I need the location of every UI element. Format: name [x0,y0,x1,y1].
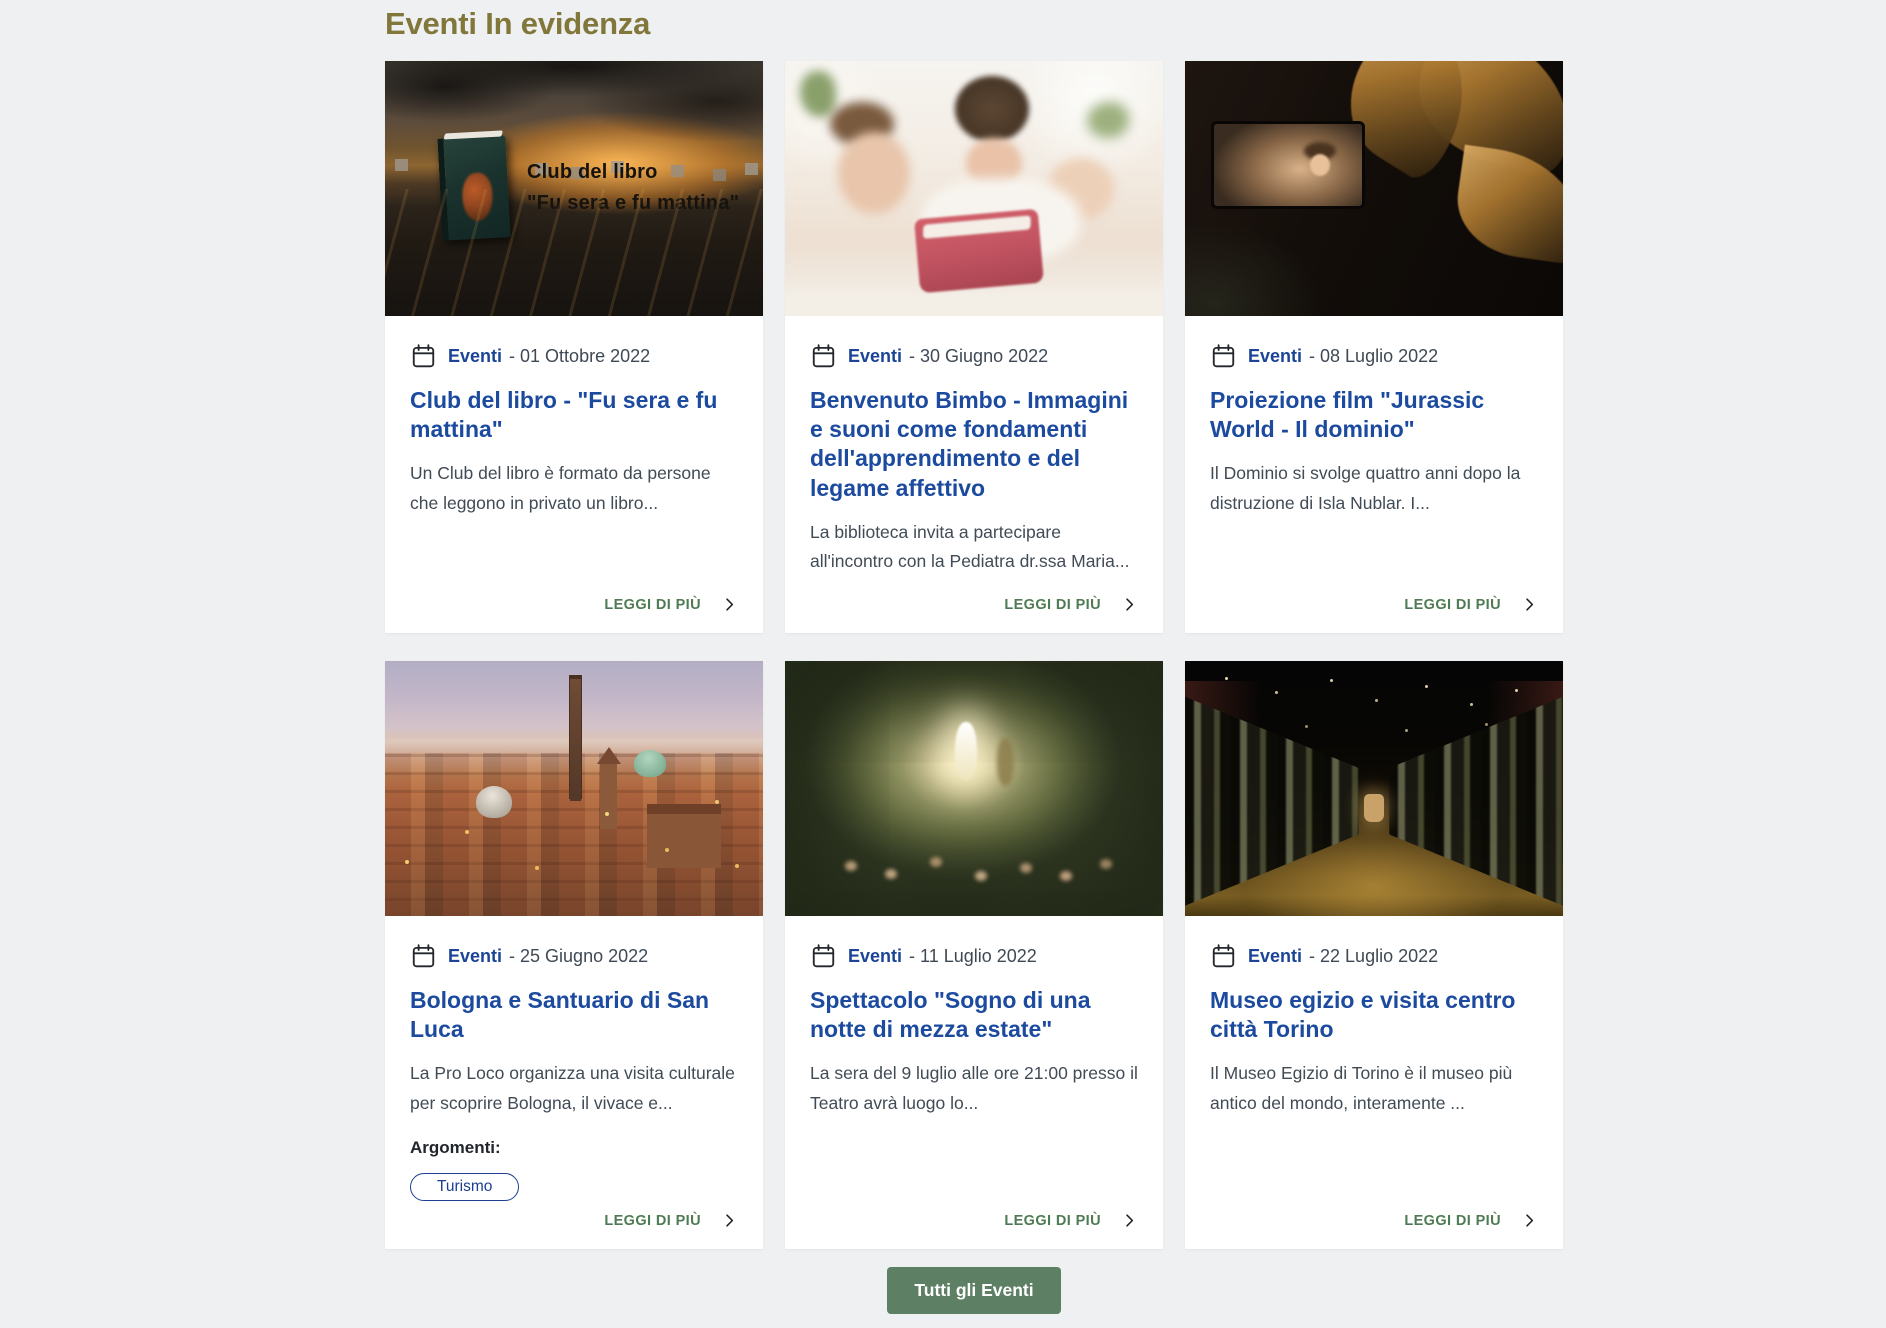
calendar-icon [410,943,437,969]
category-label[interactable]: Eventi [848,346,902,367]
calendar-icon [410,343,437,369]
ships-silhouette [395,159,408,171]
event-title-link[interactable]: Spettacolo "Sogno di una notte di mezza … [810,986,1138,1044]
calendar-icon [1210,343,1237,369]
event-excerpt: La Pro Loco organizza una visita cultura… [410,1059,738,1118]
topic-chip-turismo[interactable]: Turismo [410,1173,519,1201]
event-excerpt: La sera del 9 luglio alle ore 21:00 pres… [810,1059,1138,1118]
chevron-right-icon [1521,596,1538,613]
painting-figures-graphic [845,861,857,871]
reading-book-graphic [914,209,1044,294]
asinelli-tower-graphic [570,679,581,801]
calendar-icon [810,943,837,969]
chevron-right-icon [1521,1212,1538,1229]
all-events-button[interactable]: Tutti gli Eventi [887,1267,1060,1314]
event-date: - 25 Giugno 2022 [509,946,648,967]
event-title-link[interactable]: Benvenuto Bimbo - Immagini e suoni come … [810,386,1138,503]
event-card: Eventi - 22 Luglio 2022 Museo egizio e v… [1185,661,1563,1249]
read-more-link[interactable]: LEGGI DI PIÙ [1004,597,1101,613]
section-title: Eventi In evidenza [385,6,1563,42]
plant-graphic [1087,102,1129,138]
category-label[interactable]: Eventi [848,946,902,967]
green-dome-graphic [634,750,666,777]
events-grid: Club del libro "Fu sera e fu mattina" Ev… [385,61,1563,1249]
event-excerpt: Un Club del libro è formato da persone c… [410,459,738,518]
event-image-jurassic-world[interactable] [1185,61,1563,316]
category-label[interactable]: Eventi [448,346,502,367]
event-image-bologna[interactable] [385,661,763,916]
read-more-row[interactable]: LEGGI DI PIÙ [410,586,738,613]
ceiling-lights-graphic [1225,677,1228,680]
dinosaur-claw-graphic [1403,61,1563,181]
chevron-right-icon [721,596,738,613]
read-more-row[interactable]: LEGGI DI PIÙ [810,1202,1138,1229]
read-more-link[interactable]: LEGGI DI PIÙ [1404,1213,1501,1229]
event-meta: Eventi - 11 Luglio 2022 [810,943,1138,969]
bell-tower-graphic [600,763,617,829]
center-statue-graphic [1364,794,1384,822]
read-more-row[interactable]: LEGGI DI PIÙ [410,1202,738,1229]
event-date: - 08 Luglio 2022 [1309,346,1438,367]
figure-graphic [955,76,1029,142]
event-card: Eventi - 25 Giugno 2022 Bologna e Santua… [385,661,763,1249]
chevron-right-icon [721,1212,738,1229]
event-card: Eventi - 30 Giugno 2022 Benvenuto Bimbo … [785,61,1163,633]
calendar-icon [1210,943,1237,969]
event-meta: Eventi - 30 Giugno 2022 [810,343,1138,369]
event-image-museo-egizio[interactable] [1185,661,1563,916]
vehicle-window-graphic [1211,121,1365,209]
event-date: - 30 Giugno 2022 [909,346,1048,367]
event-image-club-del-libro[interactable]: Club del libro "Fu sera e fu mattina" [385,61,763,316]
event-image-sogno-notte-mezza-estate[interactable] [785,661,1163,916]
white-dome-graphic [476,786,512,818]
event-date: - 01 Ottobre 2022 [509,346,650,367]
read-more-row[interactable]: LEGGI DI PIÙ [1210,1202,1538,1229]
event-title-link[interactable]: Bologna e Santuario di San Luca [410,986,738,1044]
event-image-benvenuto-bimbo[interactable] [785,61,1163,316]
event-card: Eventi - 11 Luglio 2022 Spettacolo "Sogn… [785,661,1163,1249]
figure-graphic [838,132,910,214]
event-title-link[interactable]: Proiezione film "Jurassic World - Il dom… [1210,386,1538,444]
topics-label: Argomenti: [410,1138,738,1158]
dinosaur-claw-graphic [1450,145,1563,266]
image-caption: Club del libro "Fu sera e fu mattina" [527,157,739,219]
plant-graphic [800,71,836,117]
city-lights-graphic [405,860,409,864]
read-more-link[interactable]: LEGGI DI PIÙ [1404,597,1501,613]
calendar-icon [810,343,837,369]
read-more-row[interactable]: LEGGI DI PIÙ [810,586,1138,613]
read-more-row[interactable]: LEGGI DI PIÙ [1210,586,1538,613]
event-title-link[interactable]: Museo egizio e visita centro città Torin… [1210,986,1538,1044]
read-more-link[interactable]: LEGGI DI PIÙ [604,1213,701,1229]
book-cover-graphic [437,135,510,240]
palace-graphic [647,804,721,868]
read-more-link[interactable]: LEGGI DI PIÙ [604,597,701,613]
event-excerpt: Il Dominio si svolge quattro anni dopo l… [1210,459,1538,518]
event-meta: Eventi - 01 Ottobre 2022 [410,343,738,369]
event-date: - 22 Luglio 2022 [1309,946,1438,967]
event-title-link[interactable]: Club del libro - "Fu sera e fu mattina" [410,386,738,444]
featured-events-section: Eventi In evidenza Club del libro "Fu se… [385,0,1563,1314]
event-meta: Eventi - 08 Luglio 2022 [1210,343,1538,369]
category-label[interactable]: Eventi [1248,946,1302,967]
dinosaur-claw-graphic [1324,61,1499,185]
category-label[interactable]: Eventi [448,946,502,967]
event-meta: Eventi - 22 Luglio 2022 [1210,943,1538,969]
chevron-right-icon [1121,1212,1138,1229]
chevron-right-icon [1121,596,1138,613]
event-meta: Eventi - 25 Giugno 2022 [410,943,738,969]
event-excerpt: Il Museo Egizio di Torino è il museo più… [1210,1059,1538,1118]
read-more-link[interactable]: LEGGI DI PIÙ [1004,1213,1101,1229]
event-card: Eventi - 08 Luglio 2022 Proiezione film … [1185,61,1563,633]
event-excerpt: La biblioteca invita a partecipare all'i… [810,518,1138,577]
category-label[interactable]: Eventi [1248,346,1302,367]
event-date: - 11 Luglio 2022 [909,946,1037,967]
event-card: Club del libro "Fu sera e fu mattina" Ev… [385,61,763,633]
